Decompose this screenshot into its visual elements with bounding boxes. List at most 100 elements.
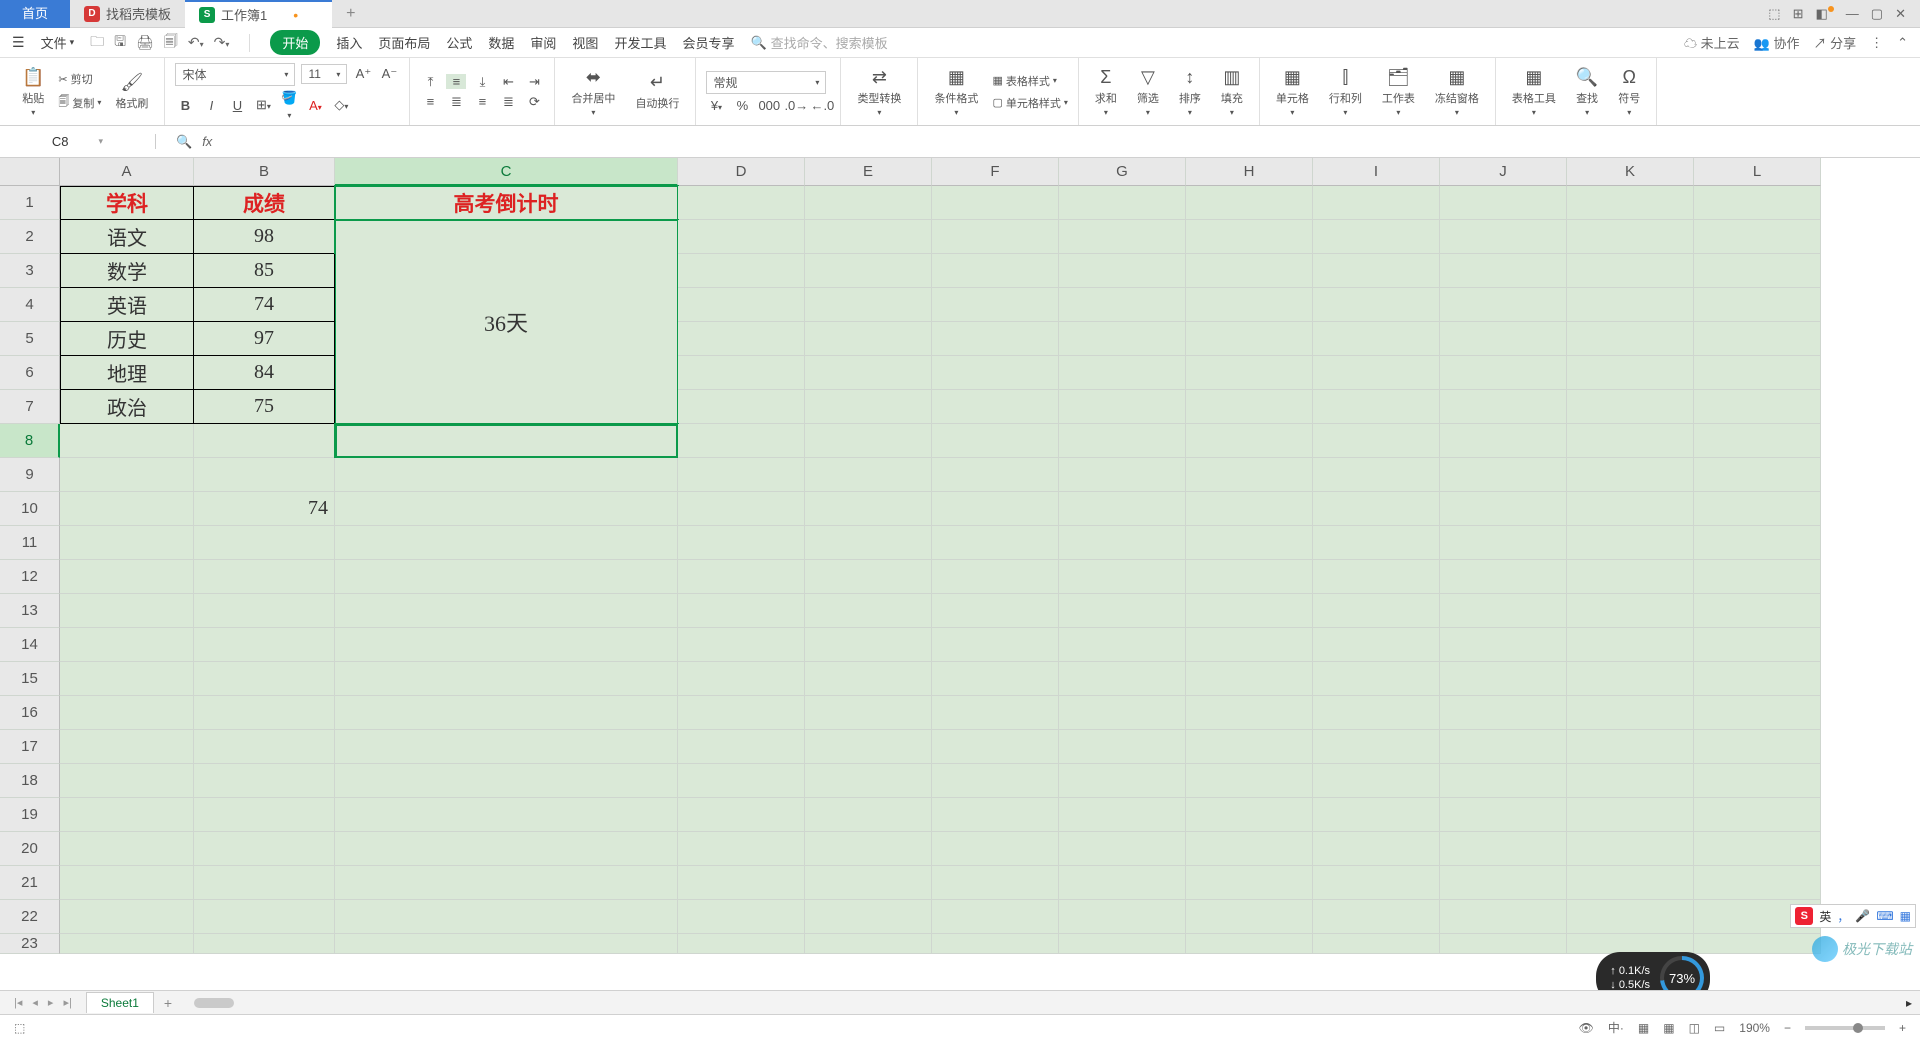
- cell-C2-merged[interactable]: 36天: [335, 220, 678, 424]
- command-search[interactable]: 🔍 查找命令、搜索模板: [750, 33, 887, 52]
- comma-icon[interactable]: 000: [758, 98, 778, 113]
- number-format-combo[interactable]: 常规▾: [706, 71, 826, 94]
- copy-button[interactable]: 🗐 复制▾: [58, 93, 101, 112]
- font-color-button[interactable]: A▾: [305, 98, 325, 113]
- ime-punct[interactable]: ，: [1837, 908, 1849, 925]
- align-center-icon[interactable]: ≣: [446, 94, 466, 110]
- col-J[interactable]: J: [1440, 158, 1567, 186]
- col-D[interactable]: D: [678, 158, 805, 186]
- row-23[interactable]: 23: [0, 934, 60, 954]
- menu-dev[interactable]: 开发工具: [614, 33, 666, 52]
- italic-button[interactable]: I: [201, 98, 221, 113]
- cell-B4[interactable]: 74: [194, 288, 335, 322]
- cond-format-button[interactable]: ▦条件格式▾: [928, 65, 984, 119]
- col-E[interactable]: E: [805, 158, 932, 186]
- col-I[interactable]: I: [1313, 158, 1440, 186]
- underline-button[interactable]: U: [227, 98, 247, 113]
- font-name-combo[interactable]: 宋体▾: [175, 63, 295, 86]
- row-12[interactable]: 12: [0, 560, 60, 594]
- share-button[interactable]: ↗ 分享: [1813, 33, 1856, 52]
- fx-icon[interactable]: fx: [202, 134, 212, 149]
- find-button[interactable]: 🔍查找▾: [1570, 65, 1604, 119]
- undo-icon[interactable]: ↶▾: [188, 34, 204, 51]
- cell-B2[interactable]: 98: [194, 220, 335, 254]
- cell-A3[interactable]: 数学: [60, 254, 194, 288]
- win-btn-3[interactable]: ◧: [1816, 6, 1828, 22]
- cell-C8-selected[interactable]: [335, 424, 678, 458]
- col-A[interactable]: A: [60, 158, 194, 186]
- menu-view[interactable]: 视图: [572, 33, 598, 52]
- cell-A6[interactable]: 地理: [60, 356, 194, 390]
- align-left-icon[interactable]: ≡: [420, 94, 440, 109]
- zoom-out-icon[interactable]: −: [1784, 1021, 1791, 1035]
- sheet-nav-first-icon[interactable]: |◂: [14, 996, 22, 1009]
- cut-button[interactable]: ✂ 剪切: [58, 71, 101, 87]
- row-22[interactable]: 22: [0, 900, 60, 934]
- menu-more-icon[interactable]: ⋮: [1870, 35, 1883, 51]
- zoom-in-icon[interactable]: +: [1899, 1021, 1906, 1035]
- zoom-slider[interactable]: [1805, 1026, 1885, 1030]
- align-right-icon[interactable]: ≡: [472, 94, 492, 109]
- menu-formula[interactable]: 公式: [446, 33, 472, 52]
- col-K[interactable]: K: [1567, 158, 1694, 186]
- inc-decimal-icon[interactable]: .0→: [784, 98, 804, 113]
- bold-button[interactable]: B: [175, 98, 195, 113]
- row-13[interactable]: 13: [0, 594, 60, 628]
- row-1[interactable]: 1: [0, 186, 60, 220]
- cloud-status[interactable]: ☁ 未上云: [1684, 33, 1740, 52]
- status-mode-icon[interactable]: ⬚: [14, 1021, 25, 1035]
- fill-button[interactable]: ▥填充▾: [1215, 65, 1249, 119]
- row-4[interactable]: 4: [0, 288, 60, 322]
- grid[interactable]: A B C D E F G H I J K L 1 学科 成绩 高考倒计时 2 …: [0, 158, 1920, 954]
- cell-A1[interactable]: 学科: [60, 186, 194, 220]
- row-7[interactable]: 7: [0, 390, 60, 424]
- col-G[interactable]: G: [1059, 158, 1186, 186]
- row-3[interactable]: 3: [0, 254, 60, 288]
- align-top-icon[interactable]: ⤒: [420, 74, 440, 90]
- row-19[interactable]: 19: [0, 798, 60, 832]
- decrease-font-icon[interactable]: A⁻: [379, 66, 399, 82]
- row-20[interactable]: 20: [0, 832, 60, 866]
- font-size-combo[interactable]: 11▾: [301, 64, 347, 84]
- cell-B6[interactable]: 84: [194, 356, 335, 390]
- row-14[interactable]: 14: [0, 628, 60, 662]
- hscroll-right-icon[interactable]: ▸: [1898, 996, 1920, 1010]
- preview-icon[interactable]: 🗐: [164, 31, 178, 55]
- indent-dec-icon[interactable]: ⇤: [498, 74, 518, 90]
- view-layout-icon[interactable]: ▭: [1714, 1021, 1725, 1035]
- worksheet-button[interactable]: 🗂工作表▾: [1376, 65, 1421, 119]
- col-F[interactable]: F: [932, 158, 1059, 186]
- merge-center-button[interactable]: ⬌合并居中▾: [565, 65, 621, 119]
- redo-icon[interactable]: ↷▾: [214, 34, 230, 51]
- menu-start[interactable]: 开始: [270, 30, 320, 55]
- sheet-add-button[interactable]: +: [154, 995, 182, 1011]
- menu-collapse-icon[interactable]: ⌃: [1897, 35, 1908, 51]
- freeze-button[interactable]: ▦冻结窗格▾: [1429, 65, 1485, 119]
- ime-mic-icon[interactable]: 🎤: [1855, 909, 1870, 923]
- select-all-corner[interactable]: [0, 158, 60, 186]
- view-pagebreak-icon[interactable]: ◫: [1689, 1021, 1700, 1035]
- cancel-icon[interactable]: 🔍: [176, 134, 192, 150]
- sort-button[interactable]: ↕排序▾: [1173, 65, 1207, 119]
- cell-B1[interactable]: 成绩: [194, 186, 335, 220]
- collab-button[interactable]: 👥 协作: [1754, 33, 1800, 52]
- sheet-nav-last-icon[interactable]: ▸|: [63, 996, 71, 1009]
- paste-button[interactable]: 📋粘贴▾: [16, 65, 50, 119]
- ime-lang[interactable]: 英: [1819, 908, 1831, 925]
- ime-grid-icon[interactable]: ▦: [1900, 909, 1911, 923]
- menu-insert[interactable]: 插入: [336, 33, 362, 52]
- filter-button[interactable]: ▽筛选▾: [1131, 65, 1165, 119]
- cell-A8[interactable]: [60, 424, 194, 458]
- row-17[interactable]: 17: [0, 730, 60, 764]
- open-icon[interactable]: 🗀: [90, 31, 104, 55]
- row-10[interactable]: 10: [0, 492, 60, 526]
- ime-toolbar[interactable]: S 英 ， 🎤 ⌨ ▦: [1790, 904, 1916, 928]
- status-grid-icon[interactable]: ▦: [1638, 1021, 1649, 1035]
- cell-B3[interactable]: 85: [194, 254, 335, 288]
- win-btn-1[interactable]: ⬚: [1768, 6, 1780, 22]
- cell-B7[interactable]: 75: [194, 390, 335, 424]
- menu-review[interactable]: 审阅: [530, 33, 556, 52]
- sheet-nav-prev-icon[interactable]: ◂: [32, 996, 38, 1009]
- row-6[interactable]: 6: [0, 356, 60, 390]
- save-icon[interactable]: 🖫: [114, 31, 126, 55]
